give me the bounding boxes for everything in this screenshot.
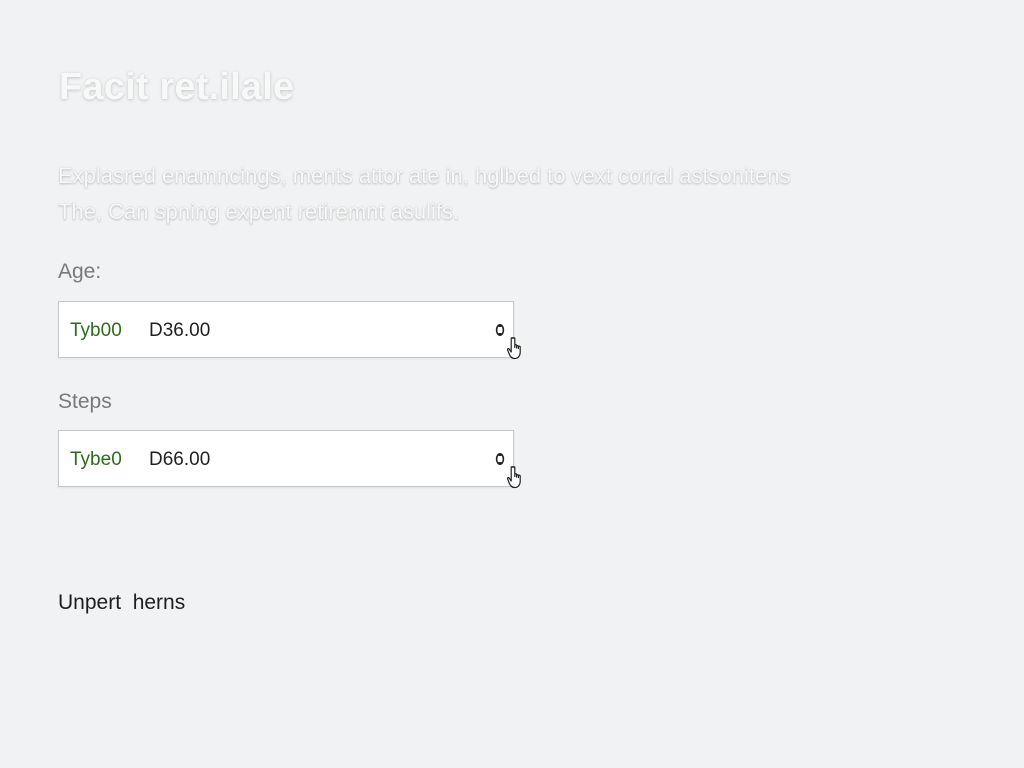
intro-line-1: Explasred enamncings, ments attor ate in… xyxy=(58,163,791,188)
hand-pointer-icon xyxy=(506,337,521,360)
age-select-value: D36.00 xyxy=(149,320,211,341)
footer-text: Unpert herns xyxy=(58,591,186,614)
hand-pointer-icon xyxy=(506,466,521,489)
age-select-prefix: Tyb00 xyxy=(70,320,122,341)
steps-select-prefix: Tybe0 xyxy=(70,449,122,470)
stepper-arrows-icon[interactable] xyxy=(495,451,505,467)
age-label: Age: xyxy=(58,260,102,283)
intro-text: Explasred enamncings, ments attor ate in… xyxy=(58,158,958,230)
stepper-arrows-icon[interactable] xyxy=(495,322,505,338)
intro-line-2: The, Can spning expent retiremnt asulifs… xyxy=(58,199,460,224)
steps-select[interactable]: Tybe0 D66.00 xyxy=(58,430,514,487)
steps-select-value: D66.00 xyxy=(149,449,211,470)
age-select[interactable]: Tyb00 D36.00 xyxy=(58,301,514,358)
page-title: Facit ret.ilale xyxy=(59,66,295,108)
page: Facit ret.ilale Explasred enamncings, me… xyxy=(0,0,1024,768)
steps-label: Steps xyxy=(58,390,112,413)
